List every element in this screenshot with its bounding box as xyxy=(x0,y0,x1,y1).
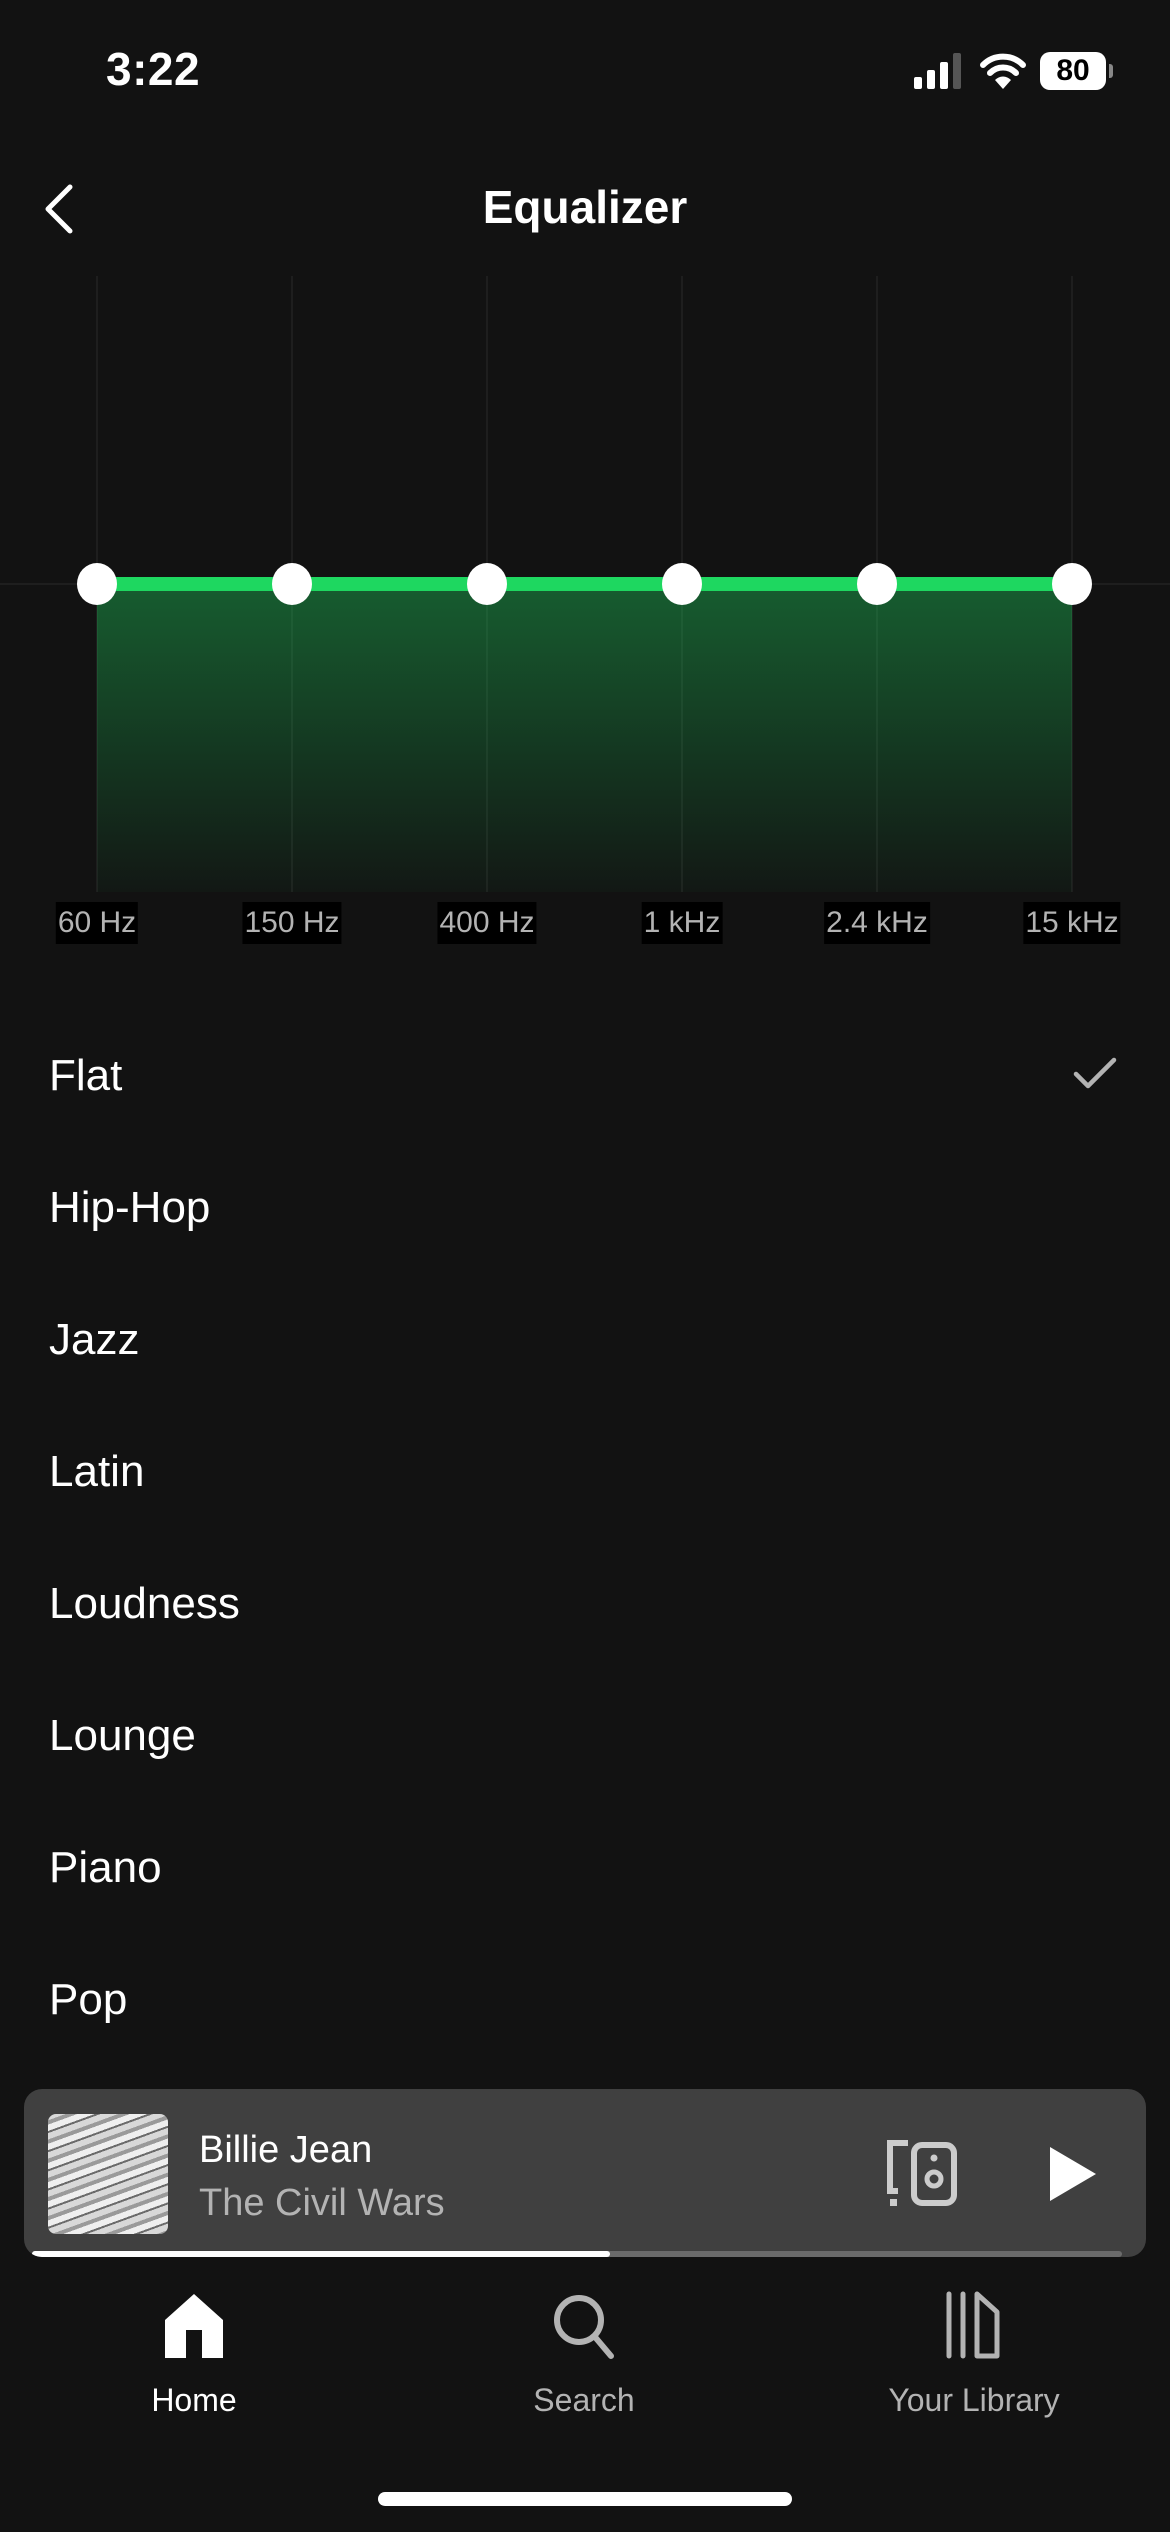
preset-item-piano[interactable]: Piano xyxy=(0,1802,1170,1934)
preset-label: Loudness xyxy=(49,1579,240,1628)
nav-search[interactable]: Search xyxy=(434,2290,734,2419)
preset-label: Piano xyxy=(49,1843,162,1892)
eq-band-label: 150 Hz xyxy=(242,902,342,944)
play-icon xyxy=(1050,2147,1096,2201)
preset-item-lounge[interactable]: Lounge xyxy=(0,1670,1170,1802)
nav-label: Your Library xyxy=(888,2382,1060,2418)
home-icon xyxy=(165,2294,223,2358)
equalizer-plot[interactable] xyxy=(0,272,1170,972)
connect-device-icon xyxy=(887,2140,957,2206)
preset-item-latin[interactable]: Latin xyxy=(0,1406,1170,1538)
eq-band-label: 1 kHz xyxy=(641,902,723,944)
track-artist: The Civil Wars xyxy=(199,2182,445,2224)
home-indicator[interactable] xyxy=(378,2492,792,2506)
preset-item-loudness[interactable]: Loudness xyxy=(0,1538,1170,1670)
preset-list: Flat Hip-Hop Jazz Latin Loudness Lounge … xyxy=(0,1010,1170,2066)
eq-band-label: 60 Hz xyxy=(55,902,139,944)
status-icons: 80 xyxy=(914,52,1113,90)
wifi-icon xyxy=(980,53,1026,89)
battery-level: 80 xyxy=(1056,54,1090,87)
equalizer-chart[interactable]: 60 Hz 150 Hz 400 Hz 1 kHz 2.4 kHz 15 kHz xyxy=(0,272,1170,972)
preset-label: Pop xyxy=(49,1975,128,2024)
checkmark-icon xyxy=(1073,1057,1117,1089)
play-button[interactable] xyxy=(1034,2139,1104,2209)
mini-player[interactable]: Billie Jean The Civil Wars xyxy=(24,2089,1146,2257)
track-title: Billie Jean xyxy=(199,2129,373,2171)
eq-band-label: 15 kHz xyxy=(1023,902,1121,944)
preset-item-flat[interactable]: Flat xyxy=(0,1010,1170,1142)
playback-progress-bar[interactable] xyxy=(32,2251,1122,2257)
nav-label: Home xyxy=(151,2382,237,2418)
eq-band-handle-5[interactable] xyxy=(1052,563,1092,605)
preset-label: Flat xyxy=(49,1051,123,1100)
library-icon xyxy=(946,2291,1000,2359)
preset-label: Hip-Hop xyxy=(49,1183,211,1232)
cellular-signal-icon xyxy=(914,53,961,89)
nav-label: Search xyxy=(533,2382,635,2418)
eq-band-handle-3[interactable] xyxy=(662,563,702,605)
search-icon xyxy=(554,2295,614,2359)
connect-device-button[interactable] xyxy=(884,2139,960,2209)
preset-label: Jazz xyxy=(49,1315,140,1364)
eq-area-fill xyxy=(97,584,1072,892)
eq-band-label: 400 Hz xyxy=(437,902,537,944)
bottom-navigation: Home Search Your Library xyxy=(0,2290,1170,2430)
eq-band-handle-4[interactable] xyxy=(857,563,897,605)
nav-home[interactable]: Home xyxy=(44,2290,344,2419)
preset-label: Latin xyxy=(49,1447,145,1496)
preset-item-pop[interactable]: Pop xyxy=(0,1934,1170,2066)
playback-progress-fill xyxy=(32,2251,610,2257)
preset-label: Lounge xyxy=(49,1711,196,1760)
preset-item-hip-hop[interactable]: Hip-Hop xyxy=(0,1142,1170,1274)
eq-band-handle-0[interactable] xyxy=(77,563,117,605)
battery-indicator: 80 xyxy=(1040,52,1113,90)
nav-your-library[interactable]: Your Library xyxy=(824,2290,1124,2419)
eq-band-label: 2.4 kHz xyxy=(824,902,930,944)
preset-item-jazz[interactable]: Jazz xyxy=(0,1274,1170,1406)
page-title: Equalizer xyxy=(482,181,688,233)
eq-band-handle-2[interactable] xyxy=(467,563,507,605)
album-cover xyxy=(48,2114,168,2234)
status-time: 3:22 xyxy=(106,43,201,95)
eq-band-handle-1[interactable] xyxy=(272,563,312,605)
